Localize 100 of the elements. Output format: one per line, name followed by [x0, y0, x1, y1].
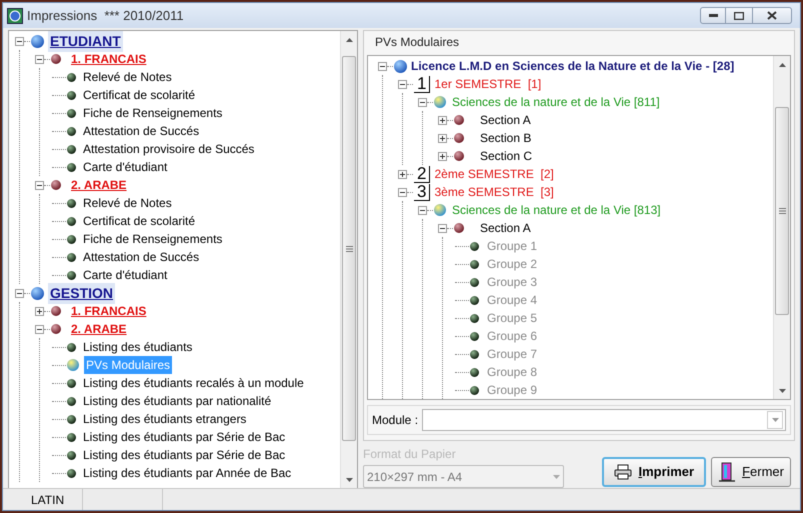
dot-icon — [470, 242, 479, 250]
close-icon — [767, 11, 777, 20]
collapse-icon[interactable] — [398, 80, 407, 88]
paper-format-label: Format du Papier — [363, 446, 457, 463]
dot-icon — [67, 162, 76, 172]
scroll-thumb[interactable] — [342, 56, 356, 441]
tree-item[interactable]: 2. ARABE — [71, 320, 127, 338]
tree-item[interactable]: Certificat de scolarité — [81, 86, 198, 104]
scroll-down-icon[interactable] — [778, 388, 786, 392]
dot-icon — [470, 260, 479, 268]
scroll-up-icon[interactable] — [346, 38, 352, 42]
collapse-icon[interactable] — [378, 62, 387, 70]
dot-icon — [67, 414, 76, 424]
minimize-button[interactable] — [700, 7, 726, 24]
dot-icon — [67, 108, 76, 118]
tree-item[interactable]: Section C — [480, 147, 532, 165]
expand-icon[interactable] — [398, 170, 407, 178]
tree-item[interactable]: Sciences de la nature et de la Vie [813] — [452, 201, 661, 219]
scrollbar[interactable] — [773, 56, 790, 399]
dot-icon — [67, 198, 76, 208]
dot-icon — [67, 378, 76, 388]
collapse-icon[interactable] — [35, 324, 44, 334]
tree-item[interactable]: 2. ARABE — [71, 176, 127, 194]
tree-item[interactable]: Licence L.M.D en Sciences de la Nature et de la Vie - [28] — [411, 57, 734, 75]
maximize-icon — [734, 12, 744, 20]
tree-item[interactable]: Section A — [480, 219, 531, 237]
tree-item[interactable]: Listing des étudiants par nationalité — [81, 392, 274, 410]
scroll-down-icon[interactable] — [346, 478, 352, 482]
close-button[interactable] — [752, 7, 792, 24]
tree-item[interactable]: Listing des étudiants etrangers — [81, 410, 248, 428]
maximize-button[interactable] — [726, 7, 752, 24]
collapse-icon[interactable] — [35, 180, 44, 190]
tree-item[interactable]: 2ème SEMESTRE [2] — [434, 165, 554, 183]
dot-icon — [67, 234, 76, 244]
tree-item[interactable]: 1. FRANCAIS — [71, 50, 146, 68]
collapse-icon[interactable] — [15, 36, 24, 46]
dot-icon — [470, 314, 479, 322]
tree-item[interactable]: Listing des étudiants par Année de Bac — [81, 464, 294, 482]
tree-item[interactable]: Certificat de scolarité — [81, 212, 198, 230]
dot-icon — [67, 90, 76, 100]
tree-item[interactable]: Relevé de Notes — [81, 194, 174, 212]
collapse-icon[interactable] — [398, 188, 407, 196]
dot-icon — [67, 342, 76, 352]
tree-item[interactable]: Sciences de la nature et de la Vie [811] — [452, 93, 660, 111]
dot-icon — [67, 270, 76, 280]
tree-item[interactable]: 3ème SEMESTRE [3] — [434, 183, 554, 201]
expand-icon[interactable] — [438, 116, 447, 124]
tree-item[interactable]: Fiche de Renseignements — [81, 230, 224, 248]
tree-item[interactable]: Carte d'étudiant — [81, 158, 170, 176]
tree-item[interactable]: Carte d'étudiant — [81, 266, 170, 284]
collapse-icon[interactable] — [35, 54, 44, 64]
tree-item[interactable]: Listing des étudiants par Série de Bac — [81, 428, 288, 446]
panel-title: PVs Modulaires — [374, 34, 460, 51]
tree-item[interactable]: 1. FRANCAIS — [71, 302, 146, 320]
window-title: Impressions *** 2010/2011 — [27, 6, 184, 25]
print-button[interactable]: Imprimer — [602, 457, 706, 487]
tree-item[interactable]: Attestation de Succés — [81, 122, 202, 140]
dot-icon — [67, 450, 76, 460]
tree-item[interactable]: 1er SEMESTRE [1] — [434, 75, 542, 93]
close-button[interactable]: Fermer — [711, 457, 791, 487]
dot-icon — [470, 278, 479, 286]
collapse-icon[interactable] — [418, 206, 427, 214]
tree-item[interactable]: ETUDIANT — [48, 31, 123, 52]
dot-icon — [470, 332, 479, 340]
tree-item[interactable]: GESTION — [48, 282, 116, 304]
dot-icon — [67, 432, 76, 442]
tree-item[interactable]: Listing des étudiants — [81, 338, 194, 356]
collapse-icon[interactable] — [15, 288, 24, 298]
sphere-icon — [434, 204, 446, 216]
dot-icon — [67, 252, 76, 262]
dot-icon — [67, 468, 76, 478]
expand-icon[interactable] — [438, 134, 447, 142]
tree-item[interactable]: Relevé de Notes — [81, 68, 174, 86]
scroll-up-icon[interactable] — [778, 62, 786, 66]
collapse-icon[interactable] — [438, 224, 447, 232]
dropdown-arrow-icon[interactable] — [772, 418, 778, 422]
ball-icon — [51, 54, 61, 64]
tree-item[interactable]: Attestation provisoire de Succés — [81, 140, 256, 158]
scroll-thumb[interactable] — [775, 107, 789, 315]
app-icon — [7, 8, 23, 24]
tree-item[interactable]: Section A — [480, 111, 531, 129]
door-exit-icon — [718, 462, 736, 482]
tree-item[interactable]: Listing des étudiants recalés à un module — [81, 374, 306, 392]
expand-icon[interactable] — [438, 152, 447, 160]
tree-item[interactable]: Fiche de Renseignements — [81, 104, 224, 122]
dot-icon — [470, 296, 479, 304]
collapse-icon[interactable] — [418, 98, 427, 106]
module-label: Module : — [372, 412, 418, 429]
minimize-icon — [708, 14, 718, 17]
dot-icon — [470, 386, 479, 394]
scrollbar[interactable] — [340, 31, 357, 488]
tree-item[interactable]: Listing des étudiants par Série de Bac — [81, 446, 288, 464]
tree-item[interactable]: Section B — [480, 129, 532, 147]
dot-icon — [470, 350, 479, 358]
dot-icon — [67, 72, 76, 82]
dot-icon — [67, 396, 76, 406]
tree-item[interactable]: Attestation de Succés — [81, 248, 202, 266]
ball-icon — [454, 223, 464, 233]
status-text: LATIN — [3, 489, 83, 510]
expand-icon[interactable] — [35, 306, 44, 316]
